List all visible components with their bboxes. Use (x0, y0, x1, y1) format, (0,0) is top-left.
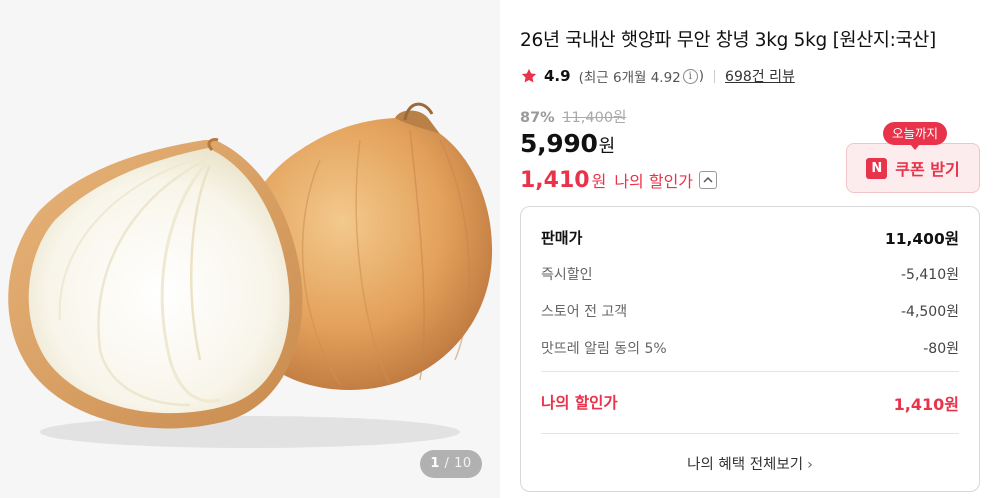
breakdown-value: -80원 (923, 341, 959, 357)
breakdown-divider (541, 371, 959, 372)
breakdown-row-list-price: 판매가 11,400원 (541, 227, 959, 249)
product-image-gallery[interactable]: 1 / 10 (0, 0, 500, 498)
breakdown-row-notification-consent: 맛뜨레 알림 동의 5% -80원 (541, 338, 959, 358)
sale-price-row: 5,990 원 (520, 129, 615, 158)
naver-n-icon: N (866, 157, 888, 179)
chevron-up-icon (703, 176, 713, 183)
breakdown-label: 스토어 전 고객 (541, 304, 628, 320)
breakdown-row-instant-discount: 즉시할인 -5,410원 (541, 264, 959, 284)
recent-rating-close: ) (698, 68, 705, 84)
breakdown-value: -4,500원 (900, 304, 959, 320)
see-all-benefits-link[interactable]: 나의 혜택 전체보기 › (521, 453, 979, 474)
sale-price-unit: 원 (598, 136, 616, 157)
see-all-benefits-label: 나의 혜택 전체보기 (687, 457, 804, 473)
my-price-label: 나의 할인가 (614, 172, 694, 191)
breakdown-final-value: 1,410원 (893, 395, 959, 414)
breakdown-divider (541, 433, 959, 434)
info-icon[interactable]: i (682, 68, 698, 84)
breakdown-label: 맛뜨레 알림 동의 5% (541, 341, 667, 357)
breakdown-final-label: 나의 할인가 (541, 394, 618, 412)
image-counter-current: 1 (430, 456, 440, 471)
coupon-today-badge: 오늘까지 (883, 122, 948, 150)
breakdown-value: 11,400원 (884, 230, 959, 248)
breakdown-value: -5,410원 (900, 267, 959, 283)
breakdown-row-my-price: 나의 할인가 1,410원 (541, 391, 959, 415)
coupon-label: 쿠폰 받기 (895, 160, 960, 179)
image-counter: 1 / 10 (420, 450, 482, 478)
discount-row: 87% 11,400원 (520, 106, 626, 127)
my-price-unit: 원 (591, 172, 607, 191)
discount-rate: 87% (520, 110, 555, 126)
onion-image (8, 102, 493, 448)
sale-price: 5,990 (520, 129, 598, 158)
chevron-right-icon: › (807, 457, 813, 473)
breakdown-label: 즉시할인 (541, 267, 593, 283)
breakdown-row-store-customer: 스토어 전 고객 -4,500원 (541, 301, 959, 321)
breakdown-label: 판매가 (541, 229, 583, 247)
recent-rating-text: (최근 6개월 4.92 (578, 70, 681, 86)
price-breakdown-box: 판매가 11,400원 즉시할인 -5,410원 스토어 전 고객 -4,500… (520, 206, 980, 492)
coupon-button[interactable]: N 쿠폰 받기 (846, 143, 980, 193)
my-price: 1,410 (520, 168, 590, 193)
divider (714, 69, 716, 83)
image-counter-separator: / (444, 456, 450, 471)
my-price-row: 1,410 원 나의 할인가 (520, 168, 718, 193)
rating-row: 4.9 (최근 6개월 4.92 i ) 698건 리뷰 (520, 66, 795, 86)
original-price: 11,400원 (562, 110, 627, 126)
coupon-area: N 쿠폰 받기 오늘까지 (846, 122, 980, 193)
collapse-toggle-button[interactable] (699, 171, 718, 189)
recent-rating: (최근 6개월 4.92 i ) (579, 66, 704, 86)
product-title: 26년 국내산 햇양파 무안 창녕 3kg 5kg [원산지:국산] (520, 30, 936, 51)
image-counter-total: 10 (454, 456, 472, 471)
star-icon (521, 68, 537, 83)
review-count-link[interactable]: 698건 리뷰 (725, 66, 795, 86)
rating-value: 4.9 (544, 67, 571, 85)
product-info: 26년 국내산 햇양파 무안 창녕 3kg 5kg [원산지:국산] 4.9 (… (520, 0, 980, 498)
